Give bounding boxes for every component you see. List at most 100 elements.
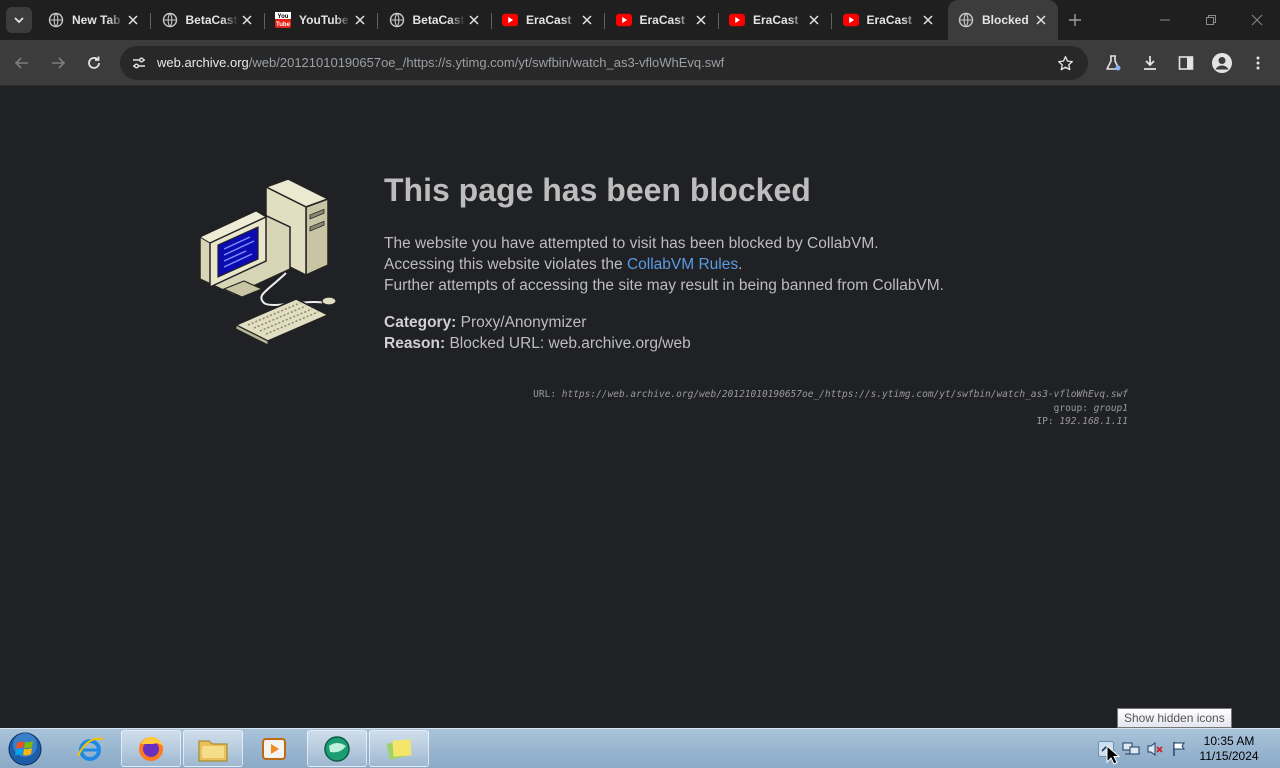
page-content: This page has been blocked The website y… [0, 87, 1280, 728]
action-center-tray-icon[interactable] [1170, 740, 1188, 758]
star-icon [1057, 55, 1073, 70]
taskbar-app-green[interactable] [307, 730, 367, 767]
category-value: Proxy/Anonymizer [456, 314, 587, 331]
debug-url-label: URL: [533, 389, 562, 400]
tab-8[interactable]: EraCast [833, 6, 945, 34]
block-message: The website you have attempted to visit … [384, 233, 944, 296]
close-tab-icon[interactable] [465, 11, 483, 29]
url-text: web.archive.org/web/20121010190657oe_/ht… [157, 55, 724, 70]
windows-orb-icon [8, 732, 42, 766]
collabvm-rules-link[interactable]: CollabVM Rules [627, 256, 738, 273]
profile-button[interactable] [1207, 48, 1237, 78]
taskbar-explorer[interactable] [183, 730, 243, 767]
taskbar-media-player[interactable] [244, 730, 304, 767]
tune-icon [133, 57, 145, 69]
globe-icon [162, 12, 178, 28]
tab-title: New Tab [72, 13, 121, 27]
restore-button[interactable] [1188, 0, 1234, 40]
close-window-button[interactable] [1234, 0, 1280, 40]
youtube-classic-icon: You Tube [275, 12, 291, 28]
svg-text:Tube: Tube [276, 22, 291, 28]
debug-ip-value: 192.168.1.11 [1059, 416, 1128, 427]
url-host: web.archive.org [157, 55, 249, 70]
globe-icon [389, 12, 405, 28]
youtube-play-icon [842, 12, 859, 28]
close-tab-icon[interactable] [124, 11, 142, 29]
tab-9[interactable]: Blocked [948, 0, 1058, 40]
tab-3[interactable]: You Tube YouTube [265, 6, 378, 34]
block-line-3: Further attempts of accessing the site m… [384, 277, 944, 294]
close-tab-icon[interactable] [238, 11, 256, 29]
debug-url-row: URL: https://web.archive.org/web/2012101… [533, 388, 1128, 402]
block-line-2-text: Accessing this website violates the [384, 256, 627, 273]
reason-value: Blocked URL: web.archive.org/web [445, 335, 691, 352]
svg-text:You: You [278, 14, 289, 20]
tab-title: EraCast [526, 13, 572, 27]
page-title: This page has been blocked [384, 172, 811, 208]
tab-strip: New Tab BetaCast You Tube YouTube BetaCast Era… [0, 0, 1280, 40]
debug-ip-label: IP: [1036, 416, 1060, 427]
media-player-icon [262, 737, 286, 760]
close-tab-icon[interactable] [692, 11, 710, 29]
site-info-button[interactable] [126, 50, 152, 76]
tab-title: BetaCast [412, 13, 465, 27]
close-tab-icon[interactable] [805, 11, 823, 29]
tab-6[interactable]: EraCast [606, 6, 719, 34]
tab-1[interactable]: New Tab [38, 6, 151, 34]
side-panel-button[interactable] [1171, 48, 1201, 78]
taskbar-firefox[interactable] [121, 730, 181, 767]
tab-search-button[interactable] [6, 7, 32, 33]
tab-title: EraCast [866, 13, 912, 27]
green-globe-icon [324, 735, 350, 762]
close-tab-icon[interactable] [919, 11, 937, 29]
taskbar-sticky-notes[interactable] [369, 730, 429, 767]
category-row: Category: Proxy/Anonymizer [384, 312, 691, 333]
youtube-play-icon [615, 12, 632, 28]
internet-explorer-icon [77, 737, 104, 761]
bookmark-button[interactable] [1054, 52, 1076, 74]
category-label: Category: [384, 314, 457, 331]
reload-button[interactable] [79, 48, 109, 78]
new-tab-button[interactable] [1064, 9, 1086, 31]
flag-icon [1173, 742, 1185, 756]
reason-label: Reason: [384, 335, 446, 352]
tab-4[interactable]: BetaCast [379, 6, 492, 34]
address-bar[interactable]: web.archive.org/web/20121010190657oe_/ht… [120, 46, 1088, 80]
network-tray-icon[interactable] [1122, 740, 1140, 758]
tooltip: Show hidden icons [1117, 708, 1232, 728]
folder-icon [198, 740, 228, 761]
back-button[interactable] [7, 48, 37, 78]
minimize-icon [1160, 19, 1170, 21]
chevron-down-icon [14, 17, 24, 24]
forward-button[interactable] [43, 48, 73, 78]
minimize-button[interactable] [1142, 0, 1188, 40]
labs-button[interactable] [1098, 48, 1128, 78]
volume-tray-icon[interactable] [1146, 740, 1164, 758]
tab-title: YouTube [299, 13, 349, 27]
youtube-play-icon [729, 12, 745, 28]
reason-row: Reason: Blocked URL: web.archive.org/web [384, 333, 691, 354]
globe-icon [48, 12, 64, 28]
start-button[interactable] [6, 731, 44, 767]
arrow-right-icon [52, 57, 66, 69]
close-tab-icon[interactable] [578, 11, 596, 29]
debug-url-value: https://web.archive.org/web/201210101906… [561, 389, 1128, 400]
tab-5[interactable]: EraCast [492, 6, 605, 34]
downloads-button[interactable] [1135, 48, 1165, 78]
close-tab-icon[interactable] [1032, 11, 1050, 29]
mouse-cursor-icon [1106, 745, 1120, 765]
url-path: /web/20121010190657oe_/https://s.ytimg.c… [248, 55, 725, 70]
debug-group-label: group: [1053, 402, 1094, 414]
system-clock[interactable]: 10:35 AM 11/15/2024 [1196, 734, 1262, 764]
close-tab-icon[interactable] [351, 11, 369, 29]
kebab-menu-icon [1256, 56, 1260, 70]
debug-ip-row: IP: 192.168.1.11 [533, 415, 1128, 429]
windows-taskbar: 10:35 AM 11/15/2024 [0, 728, 1280, 768]
tab-2[interactable]: BetaCast [152, 6, 265, 34]
menu-button[interactable] [1243, 48, 1273, 78]
tab-title: BetaCast [185, 13, 238, 27]
taskbar-ie[interactable] [60, 730, 120, 767]
tab-7[interactable]: EraCast [719, 6, 832, 34]
block-line-2: Accessing this website violates the Coll… [384, 254, 944, 275]
clock-date: 11/15/2024 [1199, 749, 1259, 763]
